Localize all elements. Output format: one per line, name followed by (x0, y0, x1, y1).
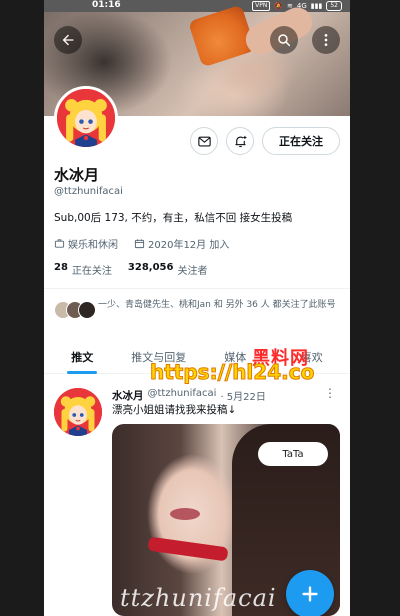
notifications-button[interactable] (226, 127, 254, 155)
back-button[interactable] (54, 26, 82, 54)
tweet-date: · 5月22日 (220, 392, 266, 403)
profile-display-name: 水冰月 (54, 166, 100, 184)
battery-indicator: 52 (326, 1, 342, 11)
followed-by-row[interactable]: 一少、青岛健先生、桃和Jan 和 另外 36 人 都关注了此账号 (54, 299, 344, 325)
search-icon (278, 34, 291, 47)
back-arrow-icon (62, 34, 74, 46)
profile-avatar[interactable] (54, 86, 118, 150)
tweet-more-icon[interactable]: ⋮ (324, 386, 336, 400)
profile-handle: @ttzhunifacai (54, 186, 123, 197)
envelope-icon (197, 136, 211, 146)
following-count[interactable]: 28 (54, 262, 68, 277)
signal-icon: ▮▮▮ (310, 2, 323, 10)
image-choker (147, 536, 229, 562)
more-options-button[interactable] (312, 26, 340, 54)
search-button[interactable] (270, 26, 298, 54)
profile-bio: Sub,00后 173, 不约，有主，私信不回 接女生投稿 (54, 212, 293, 224)
overlay-watermark-url: https://hl24.co (149, 360, 315, 385)
image-speech-bubble: TaTa (258, 442, 328, 466)
following-button[interactable]: 正在关注 (262, 127, 340, 155)
compose-tweet-button[interactable] (286, 570, 334, 616)
category-briefcase-icon (54, 239, 65, 248)
tweet-author-name[interactable]: 水冰月 (112, 388, 144, 403)
tweet-author-handle: @ttzhunifacai (147, 388, 217, 399)
screenshot-frame: 01:16 VPN 🔕 ≋ 4G ▮▮▮ 52 正在关注 水冰月 @ttzhun… (0, 0, 400, 616)
sailor-moon-avatar-icon (57, 89, 115, 147)
status-time: 01:16 (92, 0, 121, 10)
tweet-author-avatar[interactable] (54, 388, 102, 436)
follower-avatar (78, 301, 96, 319)
tweet-header: 水冰月 @ttzhunifacai · 5月22日 (112, 388, 266, 403)
calendar-icon (134, 239, 145, 249)
message-button[interactable] (190, 127, 218, 155)
profile-meta: 娱乐和休闲 2020年12月 加入 (54, 236, 229, 251)
vpn-badge: VPN (252, 1, 271, 11)
plus-icon (302, 586, 318, 602)
tweet-text: 漂亮小姐姐请找我来投稿↓ (112, 404, 237, 416)
profile-stats: 28 正在关注 328,056 关注者 (54, 262, 207, 277)
phone-screen: 01:16 VPN 🔕 ≋ 4G ▮▮▮ 52 正在关注 水冰月 @ttzhun… (44, 0, 350, 616)
bell-plus-icon (235, 135, 246, 147)
vertical-dots-icon (324, 34, 328, 46)
mute-icon: 🔕 (274, 2, 284, 10)
followers-label[interactable]: 关注者 (177, 262, 207, 277)
followers-count[interactable]: 328,056 (128, 262, 174, 277)
section-divider (44, 288, 350, 289)
sailor-moon-avatar-icon (54, 388, 102, 436)
followed-by-text: 一少、青岛健先生、桃和Jan 和 另外 36 人 都关注了此账号 (98, 300, 336, 310)
tab-tweets[interactable]: 推文 (44, 340, 121, 374)
following-label[interactable]: 正在关注 (72, 262, 112, 277)
image-lips (170, 508, 200, 520)
image-watermark: ttzhunifacai (120, 584, 277, 612)
profile-joined-date: 2020年12月 加入 (148, 240, 230, 251)
profile-category: 娱乐和休闲 (68, 240, 118, 251)
